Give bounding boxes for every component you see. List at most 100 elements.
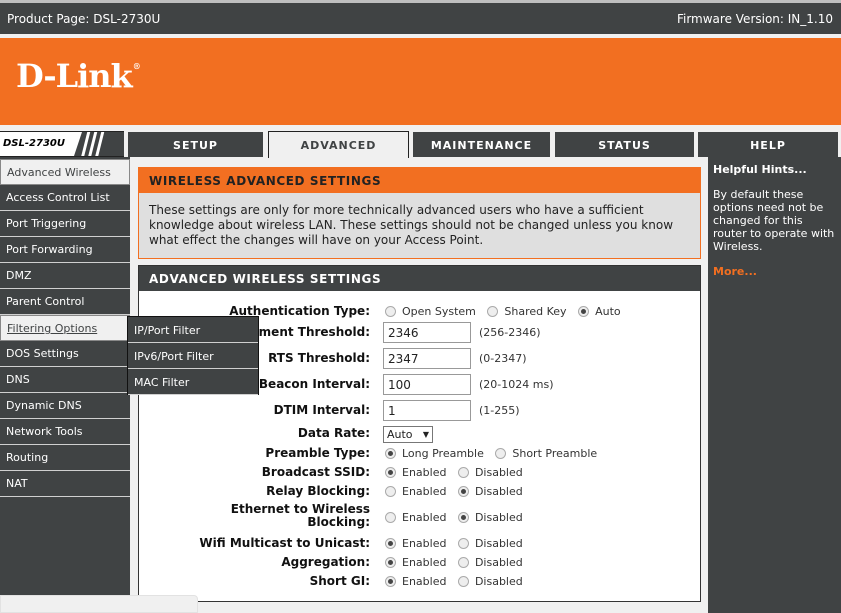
eth-wireless-blocking-row: Ethernet to Wireless Blocking: Enabled Di… xyxy=(139,503,700,534)
dtim-interval-input[interactable]: 1 xyxy=(383,400,471,421)
aggregation-enabled-label: Enabled xyxy=(402,555,447,569)
flyout-item-ipv6-port-filter[interactable]: IPv6/Port Filter xyxy=(128,343,258,369)
auth-shared-key-radio[interactable] xyxy=(487,305,499,317)
rts-threshold-hint: (0-2347) xyxy=(479,352,527,365)
auth-open-system-label: Open System xyxy=(402,304,476,318)
top-bar: Product Page: DSL-2730U Firmware Version… xyxy=(0,0,841,34)
rts-threshold-input[interactable]: 2347 xyxy=(383,348,471,369)
data-rate-select[interactable]: Auto ▼ xyxy=(383,426,433,443)
sidebar-item-advanced-wireless[interactable]: Advanced Wireless xyxy=(0,159,130,185)
short-preamble-radio[interactable] xyxy=(495,447,507,459)
wifi-multicast-row: Wifi Multicast to Unicast: Enabled Disab… xyxy=(139,536,700,556)
tab-help[interactable]: HELP xyxy=(698,132,838,157)
data-rate-row: Data Rate: Auto ▼ xyxy=(139,426,700,446)
filtering-options-flyout: IP/Port Filter IPv6/Port Filter MAC Filt… xyxy=(127,316,259,395)
short-gi-enabled-radio[interactable] xyxy=(385,575,396,587)
broadcast-ssid-disabled-label: Disabled xyxy=(474,465,523,479)
hints-body: By default these options need not be cha… xyxy=(713,188,835,253)
sidebar-item-filtering-options[interactable]: Filtering Options xyxy=(0,315,130,341)
sidebar-item-network-tools[interactable]: Network Tools xyxy=(0,419,130,445)
sidebar-item-parent-control[interactable]: Parent Control xyxy=(0,289,130,315)
relay-blocking-label: Relay Blocking: xyxy=(266,484,370,498)
beacon-interval-hint: (20-1024 ms) xyxy=(479,378,554,391)
fragment-threshold-input[interactable]: 2346 xyxy=(383,322,471,343)
eth-wireless-blocking-disabled-radio[interactable] xyxy=(457,511,469,523)
model-label: DSL-2730U xyxy=(3,138,65,149)
settings-title: ADVANCED WIRELESS SETTINGS xyxy=(139,266,700,291)
helpful-hints-panel: Helpful Hints... By default these option… xyxy=(708,157,841,613)
relay-blocking-disabled-label: Disabled xyxy=(474,484,523,498)
auth-shared-key-label: Shared Key xyxy=(504,304,567,318)
wifi-multicast-enabled-label: Enabled xyxy=(402,536,447,550)
preamble-type-label: Preamble Type: xyxy=(265,446,370,460)
relay-blocking-enabled-radio[interactable] xyxy=(385,485,396,497)
preamble-type-row: Preamble Type: Long Preamble Short Pream… xyxy=(139,446,700,466)
long-preamble-label: Long Preamble xyxy=(402,446,484,460)
aggregation-disabled-radio[interactable] xyxy=(457,556,469,568)
short-gi-disabled-radio[interactable] xyxy=(457,575,469,587)
stripes-decoration xyxy=(74,132,124,156)
main-tabs: DSL-2730U SETUP ADVANCED MAINTENANCE STA… xyxy=(0,131,841,158)
status-overlay xyxy=(0,595,198,613)
hints-title: Helpful Hints... xyxy=(713,163,807,176)
auth-auto-radio[interactable] xyxy=(578,305,590,317)
hints-more-link[interactable]: More... xyxy=(713,265,836,278)
broadcast-ssid-label: Broadcast SSID: xyxy=(261,465,370,479)
wifi-multicast-enabled-radio[interactable] xyxy=(385,537,396,549)
wifi-multicast-disabled-radio[interactable] xyxy=(457,537,469,549)
model-label-box: DSL-2730U xyxy=(0,131,124,157)
auth-open-system-radio[interactable] xyxy=(385,305,396,317)
sidebar-item-port-forwarding[interactable]: Port Forwarding xyxy=(0,237,130,263)
sidebar-item-port-triggering[interactable]: Port Triggering xyxy=(0,211,130,237)
rts-threshold-label: RTS Threshold: xyxy=(268,351,370,365)
data-rate-value: Auto xyxy=(387,428,413,441)
broadcast-ssid-disabled-radio[interactable] xyxy=(457,466,469,478)
dtim-interval-hint: (1-255) xyxy=(479,404,520,417)
dtim-interval-label: DTIM Interval: xyxy=(273,403,370,417)
beacon-interval-input[interactable]: 100 xyxy=(383,374,471,395)
tab-maintenance[interactable]: MAINTENANCE xyxy=(413,132,550,157)
tab-advanced[interactable]: ADVANCED xyxy=(268,131,409,158)
flyout-item-ip-port-filter[interactable]: IP/Port Filter xyxy=(128,317,258,343)
eth-wireless-blocking-disabled-label: Disabled xyxy=(474,510,523,524)
dropdown-arrow-icon: ▼ xyxy=(422,430,429,439)
broadcast-ssid-enabled-label: Enabled xyxy=(402,465,447,479)
eth-wireless-blocking-enabled-label: Enabled xyxy=(402,510,447,524)
data-rate-label: Data Rate: xyxy=(297,426,370,440)
broadcast-ssid-enabled-radio[interactable] xyxy=(385,466,396,478)
broadcast-ssid-row: Broadcast SSID: Enabled Disabled xyxy=(139,465,700,485)
intro-box: WIRELESS ADVANCED SETTINGS These setting… xyxy=(138,167,701,259)
short-gi-label: Short GI: xyxy=(309,574,370,588)
wifi-multicast-disabled-label: Disabled xyxy=(474,536,523,550)
beacon-interval-label: Beacon Interval: xyxy=(258,377,370,391)
flyout-item-mac-filter[interactable]: MAC Filter xyxy=(128,369,258,395)
intro-title: WIRELESS ADVANCED SETTINGS xyxy=(139,168,700,193)
sidebar-item-dmz[interactable]: DMZ xyxy=(0,263,130,289)
sidebar-item-dns[interactable]: DNS xyxy=(0,367,130,393)
aggregation-label: Aggregation: xyxy=(281,555,370,569)
sidebar: Advanced Wireless Access Control List Po… xyxy=(0,157,130,613)
auth-auto-label: Auto xyxy=(595,304,621,318)
tab-setup[interactable]: SETUP xyxy=(128,132,263,157)
sidebar-item-access-control-list[interactable]: Access Control List xyxy=(0,185,130,211)
aggregation-disabled-label: Disabled xyxy=(474,555,523,569)
short-gi-enabled-label: Enabled xyxy=(402,574,447,588)
brand-banner: D-Link® xyxy=(0,38,841,125)
tab-status[interactable]: STATUS xyxy=(555,132,694,157)
relay-blocking-disabled-radio[interactable] xyxy=(457,485,469,497)
sidebar-item-dynamic-dns[interactable]: Dynamic DNS xyxy=(0,393,130,419)
long-preamble-radio[interactable] xyxy=(385,447,396,459)
sidebar-item-nat[interactable]: NAT xyxy=(0,471,130,497)
eth-wireless-blocking-enabled-radio[interactable] xyxy=(385,511,396,523)
sidebar-item-routing[interactable]: Routing xyxy=(0,445,130,471)
aggregation-row: Aggregation: Enabled Disabled xyxy=(139,555,700,575)
aggregation-enabled-radio[interactable] xyxy=(385,556,396,568)
wifi-multicast-label: Wifi Multicast to Unicast: xyxy=(199,536,370,550)
short-preamble-label: Short Preamble xyxy=(512,446,598,460)
fragment-threshold-hint: (256-2346) xyxy=(479,326,541,339)
product-page-label: Product Page: DSL-2730U xyxy=(7,12,161,26)
sidebar-item-dos-settings[interactable]: DOS Settings xyxy=(0,341,130,367)
firmware-version-label: Firmware Version: IN_1.10 xyxy=(676,12,833,26)
short-gi-disabled-label: Disabled xyxy=(474,574,523,588)
intro-text: These settings are only for more technic… xyxy=(149,203,674,247)
